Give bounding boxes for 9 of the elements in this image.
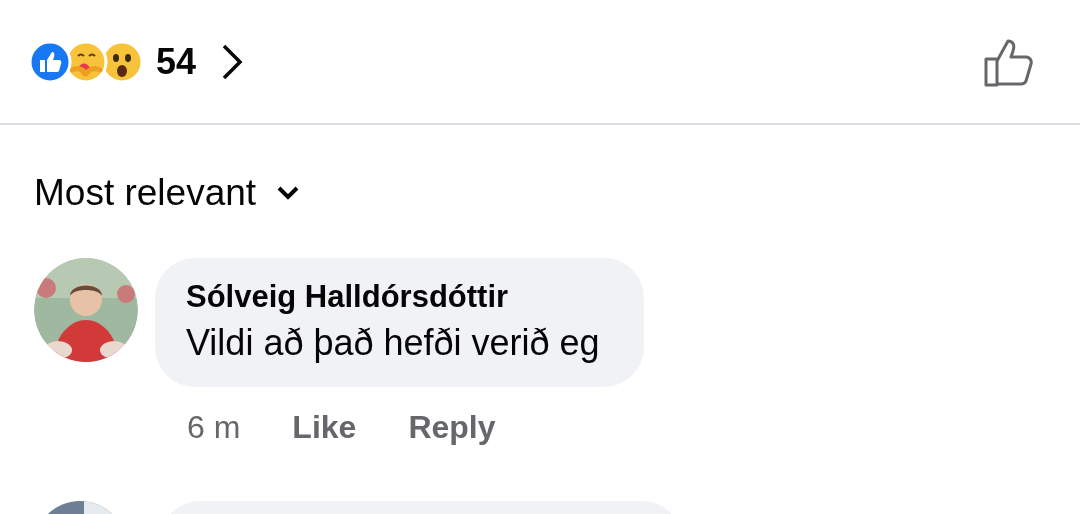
comment-time: 6 m <box>187 408 241 448</box>
reaction-count: 54 <box>156 39 197 84</box>
chevron-down-icon <box>276 184 301 201</box>
reactions-summary[interactable]: 54 <box>28 34 247 89</box>
sort-dropdown[interactable]: Most relevant <box>34 165 301 221</box>
comment-author[interactable]: Sólveig Halldórsdóttir <box>186 277 600 317</box>
comment-action-link[interactable]: Reply <box>408 403 496 452</box>
comment-text: Vildi að það hefði verið eg <box>186 321 600 366</box>
comment-action-link[interactable]: Like <box>292 403 357 452</box>
